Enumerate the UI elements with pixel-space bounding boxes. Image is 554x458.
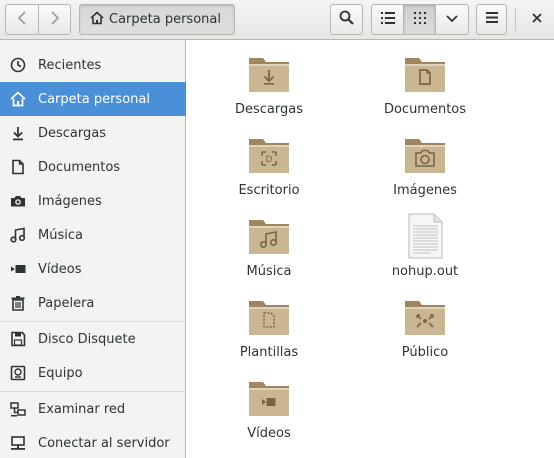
chevron-down-icon xyxy=(446,12,458,27)
list-view-button[interactable] xyxy=(371,4,404,35)
folder-music-icon xyxy=(245,212,293,260)
sidebar-item-videos[interactable]: Vídeos xyxy=(0,252,186,286)
go-next-icon xyxy=(50,10,60,29)
folder-pictures-icon xyxy=(401,131,449,179)
file-item-label: Escritorio xyxy=(238,183,300,198)
network-icon xyxy=(9,400,27,418)
file-item-descargas[interactable]: Descargas xyxy=(207,40,327,120)
folder-videos-icon xyxy=(245,374,293,422)
search-button[interactable] xyxy=(330,4,363,35)
sidebar-item-equipo[interactable]: Equipo xyxy=(0,356,186,390)
sidebar-item-examinar-red[interactable]: Examinar red xyxy=(0,392,186,426)
server-icon xyxy=(9,434,27,452)
back-button[interactable] xyxy=(5,4,39,35)
sidebar-item-label: Descargas xyxy=(38,125,107,141)
sidebar-item-label: Disco Disquete xyxy=(38,331,136,347)
header-bar: Carpeta personal xyxy=(0,0,554,40)
sidebar-item-imagenes[interactable]: Imágenes xyxy=(0,184,186,218)
file-item-imagenes[interactable]: Imágenes xyxy=(363,121,483,201)
trash-icon xyxy=(9,294,27,312)
search-icon xyxy=(339,10,354,29)
sidebar-item-disco-disquete[interactable]: Disco Disquete xyxy=(0,322,186,356)
home-icon xyxy=(9,90,27,108)
grid-view-button[interactable] xyxy=(404,4,436,35)
grid-view-icon xyxy=(413,11,426,28)
file-item-label: Imágenes xyxy=(393,183,457,198)
svg-text:D: D xyxy=(266,155,273,165)
path-bar-home-button[interactable]: Carpeta personal xyxy=(79,4,235,35)
folder-download-icon xyxy=(245,50,293,98)
home-icon xyxy=(90,10,104,29)
sidebar-item-papelera[interactable]: Papelera xyxy=(0,286,186,320)
hamburger-menu-icon xyxy=(485,12,498,27)
sidebar-item-label: Música xyxy=(38,227,83,243)
sidebar-item-label: Conectar al servidor xyxy=(38,435,170,451)
video-icon xyxy=(9,260,27,278)
camera-icon xyxy=(9,192,27,210)
file-item-label: Música xyxy=(246,264,292,279)
sidebar-item-label: Recientes xyxy=(38,57,102,73)
sidebar-item-carpeta-personal[interactable]: Carpeta personal xyxy=(0,82,186,116)
folder-templates-icon xyxy=(245,293,293,341)
sidebar-item-label: Imágenes xyxy=(38,193,102,209)
close-button[interactable] xyxy=(524,4,550,35)
file-item-label: Plantillas xyxy=(239,345,299,360)
file-item-label: Vídeos xyxy=(247,426,291,441)
sidebar-item-conectar-al-servidor[interactable]: Conectar al servidor xyxy=(0,426,186,458)
folder-documents-icon xyxy=(401,50,449,98)
list-view-icon xyxy=(380,11,395,28)
sidebar-item-label: Documentos xyxy=(38,159,121,175)
folder-public-icon xyxy=(401,293,449,341)
file-item-nohup-out[interactable]: nohup.out xyxy=(363,202,483,282)
menu-button[interactable] xyxy=(476,4,507,35)
path-bar-label: Carpeta personal xyxy=(109,12,221,27)
text-file-icon xyxy=(401,212,449,260)
file-item-plantillas[interactable]: Plantillas xyxy=(207,283,327,363)
download-icon xyxy=(9,124,27,142)
sidebar-item-label: Equipo xyxy=(38,365,83,381)
document-icon xyxy=(9,158,27,176)
sidebar-item-label: Vídeos xyxy=(38,261,82,277)
file-item-documentos[interactable]: Documentos xyxy=(363,40,483,120)
file-item-videos[interactable]: Vídeos xyxy=(207,364,327,444)
header-separator xyxy=(515,8,516,31)
places-sidebar: Recientes Carpeta personal Descargas Doc… xyxy=(0,40,186,458)
sidebar-item-musica[interactable]: Música xyxy=(0,218,186,252)
clock-icon xyxy=(9,56,27,74)
file-item-musica[interactable]: Música xyxy=(207,202,327,282)
file-item-escritorio[interactable]: D Escritorio xyxy=(207,121,327,201)
folder-desktop-icon: D xyxy=(245,131,293,179)
computer-icon xyxy=(9,364,27,382)
close-icon xyxy=(532,12,542,27)
forward-button[interactable] xyxy=(39,4,71,35)
music-icon xyxy=(9,226,27,244)
file-item-label: Público xyxy=(401,345,449,360)
sidebar-item-documentos[interactable]: Documentos xyxy=(0,150,186,184)
sidebar-item-label: Papelera xyxy=(38,295,95,311)
file-item-label: nohup.out xyxy=(391,264,459,279)
sidebar-item-label: Carpeta personal xyxy=(38,91,150,107)
sidebar-item-label: Examinar red xyxy=(38,401,126,417)
file-item-publico[interactable]: Público xyxy=(363,283,483,363)
file-view: Descargas Documentos D Escritorio Imágen… xyxy=(187,40,554,458)
file-item-label: Documentos xyxy=(383,102,467,117)
view-options-button[interactable] xyxy=(436,4,469,35)
floppy-icon xyxy=(9,330,27,348)
go-previous-icon xyxy=(17,10,27,29)
sidebar-item-descargas[interactable]: Descargas xyxy=(0,116,186,150)
file-item-label: Descargas xyxy=(234,102,303,117)
sidebar-item-recientes[interactable]: Recientes xyxy=(0,48,186,82)
